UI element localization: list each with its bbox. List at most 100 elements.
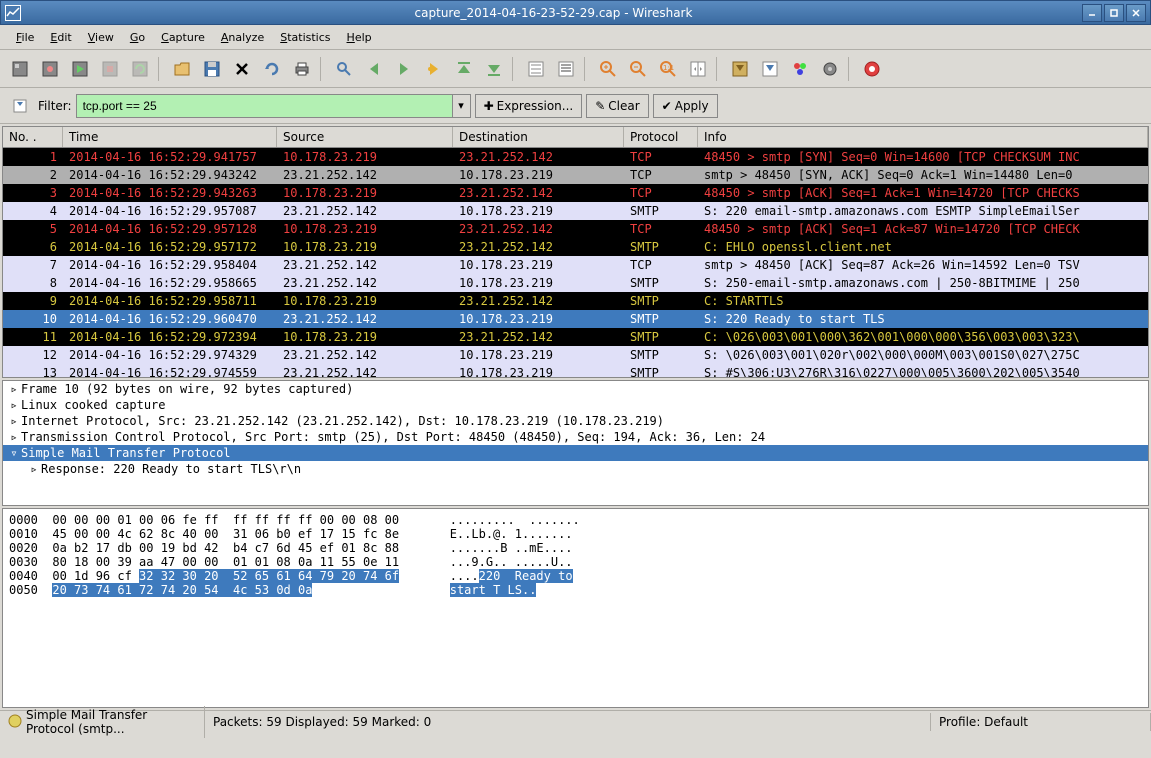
go-forward-icon[interactable] <box>390 55 418 83</box>
save-icon[interactable] <box>198 55 226 83</box>
start-capture-icon[interactable] <box>66 55 94 83</box>
filter-input[interactable] <box>77 95 452 117</box>
status-profile[interactable]: Profile: Default <box>931 713 1151 731</box>
col-source[interactable]: Source <box>277 127 453 147</box>
menu-capture[interactable]: Capture <box>153 28 213 47</box>
go-to-packet-icon[interactable] <box>420 55 448 83</box>
packet-row[interactable]: 72014-04-16 16:52:29.95840423.21.252.142… <box>3 256 1148 274</box>
hex-line[interactable]: 0040 00 1d 96 cf 32 32 30 20 52 65 61 64… <box>9 569 1142 583</box>
tree-expander-icon[interactable]: ▹ <box>7 414 21 428</box>
col-protocol[interactable]: Protocol <box>624 127 698 147</box>
filter-bookmark-icon[interactable] <box>6 92 34 120</box>
packet-row[interactable]: 112014-04-16 16:52:29.97239410.178.23.21… <box>3 328 1148 346</box>
tree-expander-icon[interactable]: ▿ <box>7 446 21 460</box>
window-title: capture_2014-04-16-23-52-29.cap - Wiresh… <box>25 6 1082 20</box>
tree-expander-icon[interactable]: ▹ <box>7 398 21 412</box>
maximize-button[interactable] <box>1104 4 1124 22</box>
app-icon <box>5 5 21 21</box>
menu-analyze[interactable]: Analyze <box>213 28 272 47</box>
packet-list-pane[interactable]: No. . Time Source Destination Protocol I… <box>2 126 1149 378</box>
hex-line[interactable]: 0010 45 00 00 4c 62 8c 40 00 31 06 b0 ef… <box>9 527 1142 541</box>
packet-row[interactable]: 122014-04-16 16:52:29.97432923.21.252.14… <box>3 346 1148 364</box>
restart-capture-icon[interactable] <box>126 55 154 83</box>
menu-help[interactable]: Help <box>339 28 380 47</box>
display-filters-icon[interactable] <box>756 55 784 83</box>
menu-edit[interactable]: Edit <box>42 28 79 47</box>
menu-go[interactable]: Go <box>122 28 153 47</box>
packet-row[interactable]: 102014-04-16 16:52:29.96047023.21.252.14… <box>3 310 1148 328</box>
print-icon[interactable] <box>288 55 316 83</box>
tree-expander-icon[interactable]: ▹ <box>27 462 41 476</box>
expert-info-icon[interactable] <box>8 714 22 731</box>
tree-expander-icon[interactable]: ▹ <box>7 382 21 396</box>
brush-icon: ✎ <box>595 99 605 113</box>
stop-capture-icon[interactable] <box>96 55 124 83</box>
minimize-button[interactable] <box>1082 4 1102 22</box>
main-toolbar: 1:1 <box>0 50 1151 88</box>
packet-row[interactable]: 22014-04-16 16:52:29.94324223.21.252.142… <box>3 166 1148 184</box>
interfaces-icon[interactable] <box>6 55 34 83</box>
colorize-icon[interactable] <box>522 55 550 83</box>
menu-statistics[interactable]: Statistics <box>272 28 338 47</box>
packet-row[interactable]: 12014-04-16 16:52:29.94175710.178.23.219… <box>3 148 1148 166</box>
status-packets: Packets: 59 Displayed: 59 Marked: 0 <box>205 713 931 731</box>
hex-line[interactable]: 0000 00 00 00 01 00 06 fe ff ff ff ff ff… <box>9 513 1142 527</box>
close-file-icon[interactable] <box>228 55 256 83</box>
filter-toolbar: Filter: ▾ ✚Expression... ✎Clear ✔Apply <box>0 88 1151 124</box>
packet-row[interactable]: 52014-04-16 16:52:29.95712810.178.23.219… <box>3 220 1148 238</box>
go-last-icon[interactable] <box>480 55 508 83</box>
find-icon[interactable] <box>330 55 358 83</box>
clear-button[interactable]: ✎Clear <box>586 94 648 118</box>
packet-row[interactable]: 82014-04-16 16:52:29.95866523.21.252.142… <box>3 274 1148 292</box>
help-icon[interactable] <box>858 55 886 83</box>
filter-dropdown-icon[interactable]: ▾ <box>452 95 470 117</box>
zoom-reset-icon[interactable]: 1:1 <box>654 55 682 83</box>
resize-columns-icon[interactable] <box>684 55 712 83</box>
hex-line[interactable]: 0030 80 18 00 39 aa 47 00 00 01 01 08 0a… <box>9 555 1142 569</box>
packet-row[interactable]: 132014-04-16 16:52:29.97455923.21.252.14… <box>3 364 1148 378</box>
detail-row[interactable]: ▹Frame 10 (92 bytes on wire, 92 bytes ca… <box>3 381 1148 397</box>
detail-row[interactable]: ▹Response: 220 Ready to start TLS\r\n <box>3 461 1148 477</box>
title-bar: capture_2014-04-16-23-52-29.cap - Wiresh… <box>0 0 1151 25</box>
coloring-rules-icon[interactable] <box>786 55 814 83</box>
packet-row[interactable]: 62014-04-16 16:52:29.95717210.178.23.219… <box>3 238 1148 256</box>
status-bar: Simple Mail Transfer Protocol (smtp... P… <box>0 710 1151 733</box>
tree-expander-icon[interactable]: ▹ <box>7 430 21 444</box>
detail-row[interactable]: ▹Internet Protocol, Src: 23.21.252.142 (… <box>3 413 1148 429</box>
svg-text:1:1: 1:1 <box>663 64 674 72</box>
close-button[interactable] <box>1126 4 1146 22</box>
open-icon[interactable] <box>168 55 196 83</box>
capture-filters-icon[interactable] <box>726 55 754 83</box>
hex-line[interactable]: 0020 0a b2 17 db 00 19 bd 42 b4 c7 6d 45… <box>9 541 1142 555</box>
packet-bytes-pane[interactable]: 0000 00 00 00 01 00 06 fe ff ff ff ff ff… <box>2 508 1149 708</box>
detail-row[interactable]: ▹Linux cooked capture <box>3 397 1148 413</box>
reload-icon[interactable] <box>258 55 286 83</box>
zoom-out-icon[interactable] <box>624 55 652 83</box>
packet-row[interactable]: 32014-04-16 16:52:29.94326310.178.23.219… <box>3 184 1148 202</box>
expression-button[interactable]: ✚Expression... <box>475 94 583 118</box>
detail-row[interactable]: ▿Simple Mail Transfer Protocol <box>3 445 1148 461</box>
col-destination[interactable]: Destination <box>453 127 624 147</box>
col-no[interactable]: No. . <box>3 127 63 147</box>
preferences-icon[interactable] <box>816 55 844 83</box>
zoom-in-icon[interactable] <box>594 55 622 83</box>
packet-list-header: No. . Time Source Destination Protocol I… <box>3 127 1148 148</box>
go-back-icon[interactable] <box>360 55 388 83</box>
menu-bar: File Edit View Go Capture Analyze Statis… <box>0 25 1151 50</box>
col-info[interactable]: Info <box>698 127 1148 147</box>
detail-row[interactable]: ▹Transmission Control Protocol, Src Port… <box>3 429 1148 445</box>
filter-label: Filter: <box>38 99 72 113</box>
packet-row[interactable]: 42014-04-16 16:52:29.95708723.21.252.142… <box>3 202 1148 220</box>
menu-view[interactable]: View <box>80 28 122 47</box>
packet-row[interactable]: 92014-04-16 16:52:29.95871110.178.23.219… <box>3 292 1148 310</box>
status-field-description: Simple Mail Transfer Protocol (smtp... <box>0 706 205 738</box>
hex-line[interactable]: 0050 20 73 74 61 72 74 20 54 4c 53 0d 0a… <box>9 583 1142 597</box>
check-icon: ✔ <box>662 99 672 113</box>
menu-file[interactable]: File <box>8 28 42 47</box>
go-first-icon[interactable] <box>450 55 478 83</box>
options-icon[interactable] <box>36 55 64 83</box>
packet-details-pane[interactable]: ▹Frame 10 (92 bytes on wire, 92 bytes ca… <box>2 380 1149 506</box>
auto-scroll-icon[interactable] <box>552 55 580 83</box>
apply-button[interactable]: ✔Apply <box>653 94 718 118</box>
col-time[interactable]: Time <box>63 127 277 147</box>
